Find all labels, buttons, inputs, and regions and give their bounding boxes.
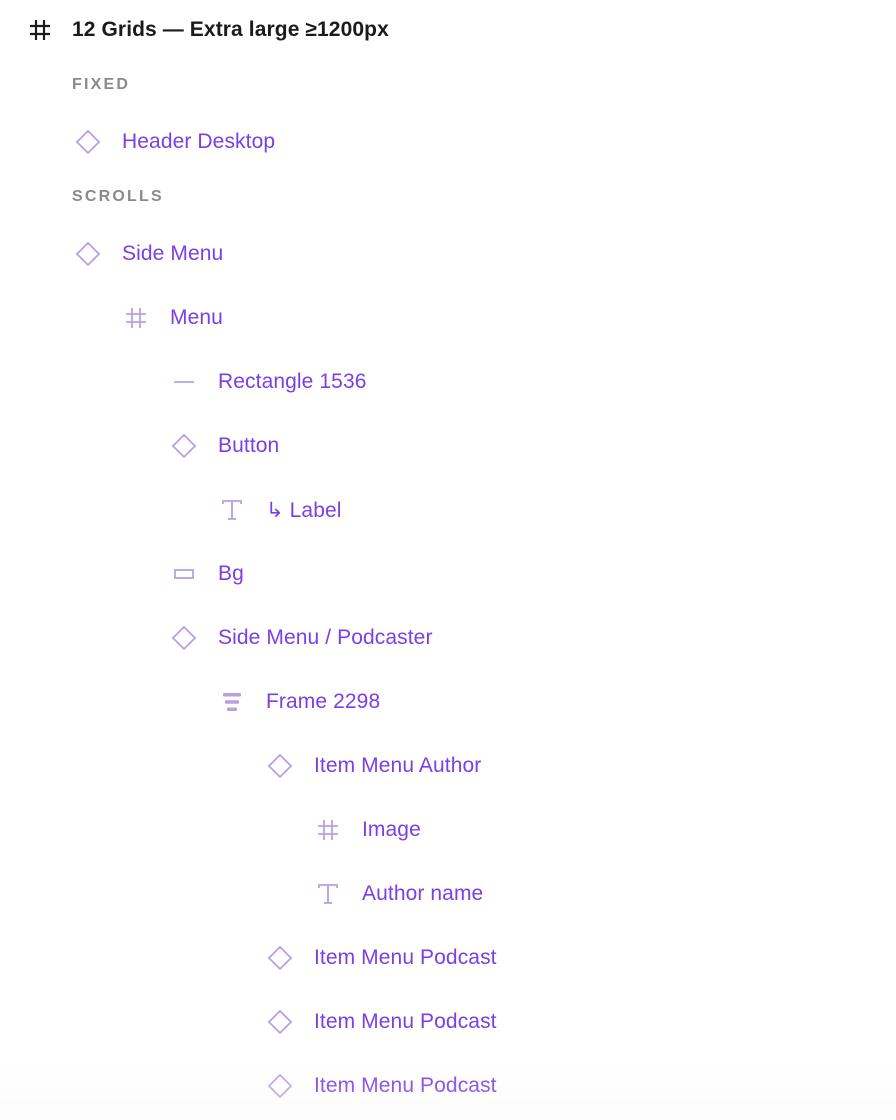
component-instance-icon (266, 752, 294, 780)
section-heading-scrolls: SCROLLS (72, 188, 164, 205)
layer-label: Rectangle 1536 (218, 370, 367, 393)
rectangle-icon (170, 560, 198, 588)
layer-label: Author name (362, 882, 484, 905)
layer-label: Bg (218, 562, 244, 585)
layer-row-item-menu-podcast[interactable]: Item Menu Podcast (0, 938, 896, 978)
layer-row-root-frame[interactable]: 12 Grids — Extra large ≥1200px (0, 10, 896, 50)
layer-row-menu[interactable]: Menu (0, 298, 896, 338)
component-instance-icon (74, 240, 102, 268)
layer-label: Side Menu (122, 242, 224, 265)
layer-row-side-menu-podcaster[interactable]: Side Menu / Podcaster (0, 618, 896, 658)
layer-row-rectangle-1536[interactable]: Rectangle 1536 (0, 362, 896, 402)
frame-hash-icon (122, 304, 150, 332)
layer-row-item-menu-podcast[interactable]: Item Menu Podcast (0, 1002, 896, 1042)
layer-label: Frame 2298 (266, 690, 381, 713)
layer-row-author-name[interactable]: Author name (0, 874, 896, 914)
layer-label: Menu (170, 306, 223, 329)
layer-row-label[interactable]: ↳ Label (0, 490, 896, 530)
layer-label: Item Menu Podcast (314, 946, 497, 969)
text-icon (314, 880, 342, 908)
layer-label: 12 Grids — Extra large ≥1200px (72, 18, 389, 41)
component-instance-icon (266, 1072, 294, 1100)
layer-label: Button (218, 434, 280, 457)
layer-row-image[interactable]: Image (0, 810, 896, 850)
layer-label: Side Menu / Podcaster (218, 626, 433, 649)
layer-label: Header Desktop (122, 130, 276, 153)
layer-row-side-menu[interactable]: Side Menu (0, 234, 896, 274)
auto-layout-icon (218, 688, 246, 716)
layer-row-item-menu-author[interactable]: Item Menu Author (0, 746, 896, 786)
layer-row-item-menu-podcast[interactable]: Item Menu Podcast (0, 1066, 896, 1106)
layers-panel: 12 Grids — Extra large ≥1200px FIXED Hea… (0, 0, 896, 1120)
component-instance-icon (74, 128, 102, 156)
layer-row-bg[interactable]: Bg (0, 554, 896, 594)
component-instance-icon (266, 944, 294, 972)
component-instance-icon (170, 432, 198, 460)
frame-hash-icon (26, 16, 54, 44)
layer-label: ↳ Label (266, 498, 342, 522)
text-icon (218, 496, 246, 524)
component-instance-icon (266, 1008, 294, 1036)
layer-label: Image (362, 818, 421, 841)
frame-hash-icon (314, 816, 342, 844)
layer-row-button[interactable]: Button (0, 426, 896, 466)
line-icon (170, 368, 198, 396)
layer-label: Item Menu Podcast (314, 1010, 497, 1033)
layer-row-header-desktop[interactable]: Header Desktop (0, 122, 896, 162)
layer-row-frame-2298[interactable]: Frame 2298 (0, 682, 896, 722)
component-instance-icon (170, 624, 198, 652)
layer-label: Item Menu Author (314, 754, 482, 777)
layer-label: Item Menu Podcast (314, 1074, 497, 1097)
section-heading-fixed: FIXED (72, 76, 131, 93)
